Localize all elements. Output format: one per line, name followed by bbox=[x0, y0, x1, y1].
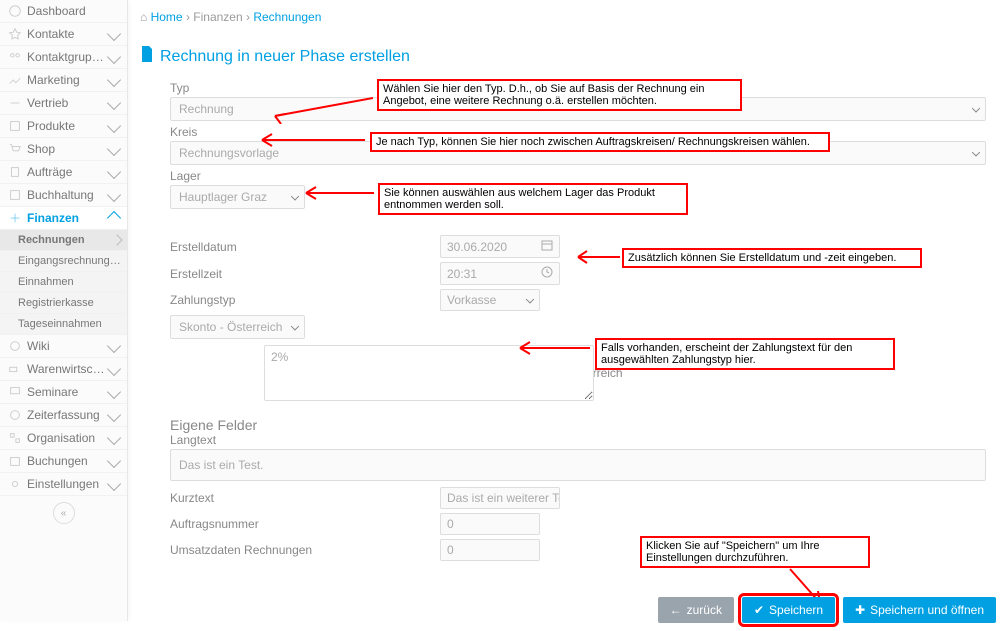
sidebar-item-einstellungen[interactable]: Einstellungen bbox=[0, 473, 127, 496]
arrow-left-icon: ← bbox=[670, 603, 682, 617]
arrow-icon bbox=[263, 94, 373, 124]
erstellzeit-input[interactable]: 20:31 bbox=[440, 262, 560, 285]
file-icon bbox=[140, 46, 154, 67]
box-icon bbox=[8, 119, 22, 133]
langtext-input[interactable]: Das ist ein Test. bbox=[170, 449, 986, 481]
sidebar-item-vertrieb[interactable]: Vertrieb bbox=[0, 92, 127, 115]
erstelldatum-input[interactable]: 30.06.2020 bbox=[440, 235, 560, 258]
sidebar-item-wiki[interactable]: Wiki bbox=[0, 335, 127, 358]
annotation-speichern: Klicken Sie auf "Speichern" um Ihre Eins… bbox=[640, 536, 870, 568]
annotation-datum: Zusätzlich können Sie Erstelldatum und -… bbox=[622, 248, 922, 268]
sidebar-item-organisation[interactable]: Organisation bbox=[0, 427, 127, 450]
breadcrumb-home[interactable]: Home bbox=[151, 10, 183, 24]
gear-icon bbox=[8, 477, 22, 491]
breadcrumb: ⌂ Home › Finanzen › Rechnungen bbox=[140, 10, 986, 24]
zahlungstyp-select[interactable]: Vorkasse bbox=[440, 289, 540, 311]
book-icon bbox=[8, 188, 22, 202]
erstelldatum-label: Erstelldatum bbox=[170, 240, 440, 254]
kurztext-label: Kurztext bbox=[170, 491, 440, 505]
sidebar-item-buchungen[interactable]: Buchungen bbox=[0, 450, 127, 473]
sidebar-item-warenwirtschaft[interactable]: Warenwirtschaft bbox=[0, 358, 127, 381]
arrow-icon bbox=[294, 185, 374, 205]
sidebar-item-marketing[interactable]: Marketing bbox=[0, 69, 127, 92]
sidebar-sub-einnahmen[interactable]: Einnahmen bbox=[0, 272, 127, 293]
zahlungstyp-label: Zahlungstyp bbox=[170, 293, 440, 307]
page-title: Rechnung in neuer Phase erstellen bbox=[140, 46, 986, 67]
sidebar-sub-registrierkasse[interactable]: Registrierkasse bbox=[0, 293, 127, 314]
annotation-lager: Sie können auswählen aus welchem Lager d… bbox=[378, 183, 688, 215]
umsatzdaten-input[interactable]: 0 bbox=[440, 539, 540, 561]
lager-select[interactable]: Hauptlager Graz bbox=[170, 185, 305, 209]
sidebar-item-seminare[interactable]: Seminare bbox=[0, 381, 127, 404]
globe-icon bbox=[8, 339, 22, 353]
sidebar-sub-rechnungen[interactable]: Rechnungen bbox=[0, 230, 127, 251]
org-icon bbox=[8, 431, 22, 445]
annotation-typ: Wählen Sie hier den Typ. D.h., ob Sie au… bbox=[377, 79, 742, 111]
arrow-icon bbox=[250, 132, 365, 152]
annotation-zahlungstext: Falls vorhanden, erscheint der Zahlungst… bbox=[595, 338, 895, 370]
arrow-icon bbox=[510, 340, 590, 360]
sidebar-item-kontakte[interactable]: Kontakte bbox=[0, 23, 127, 46]
collapse-sidebar-button[interactable]: « bbox=[53, 502, 75, 524]
breadcrumb-sec1: Finanzen bbox=[193, 10, 242, 24]
sidebar-item-shop[interactable]: Shop bbox=[0, 138, 127, 161]
auftragsnummer-label: Auftragsnummer bbox=[170, 517, 440, 531]
sidebar-item-buchhaltung[interactable]: Buchhaltung bbox=[0, 184, 127, 207]
plus-icon: ✚ bbox=[855, 603, 865, 617]
money-icon bbox=[8, 211, 22, 225]
sidebar-item-produkte[interactable]: Produkte bbox=[0, 115, 127, 138]
sidebar-sub-tageseinnahmen[interactable]: Tageseinnahmen bbox=[0, 314, 127, 335]
star-icon bbox=[8, 27, 22, 41]
presentation-icon bbox=[8, 385, 22, 399]
clock-icon-side bbox=[8, 408, 22, 422]
sidebar-item-dashboard[interactable]: Dashboard bbox=[0, 0, 127, 23]
chart-icon bbox=[8, 73, 22, 87]
clipboard-icon bbox=[8, 165, 22, 179]
save-button[interactable]: ✔Speichern bbox=[742, 597, 835, 623]
back-button[interactable]: ←zurück bbox=[658, 597, 734, 623]
sidebar: Dashboard Kontakte Kontaktgruppen Market… bbox=[0, 0, 128, 621]
breadcrumb-sec2[interactable]: Rechnungen bbox=[253, 10, 321, 24]
save-open-button[interactable]: ✚Speichern und öffnen bbox=[843, 597, 996, 623]
lager-label: Lager bbox=[170, 169, 986, 183]
sidebar-item-kontaktgruppen[interactable]: Kontaktgruppen bbox=[0, 46, 127, 69]
sidebar-item-finanzen[interactable]: Finanzen bbox=[0, 207, 127, 230]
eigene-felder-heading: Eigene Felder bbox=[170, 417, 986, 433]
sidebar-item-zeiterfassung[interactable]: Zeiterfassung bbox=[0, 404, 127, 427]
sidebar-item-auftraege[interactable]: Aufträge bbox=[0, 161, 127, 184]
arrow-icon bbox=[570, 249, 622, 269]
calendar-icon-side bbox=[8, 454, 22, 468]
home-icon: ⌂ bbox=[140, 10, 147, 24]
calendar-icon bbox=[541, 239, 553, 254]
langtext-label: Langtext bbox=[170, 433, 986, 447]
dashboard-icon bbox=[8, 4, 22, 18]
check-icon: ✔ bbox=[754, 603, 764, 617]
handshake-icon bbox=[8, 96, 22, 110]
erstellzeit-label: Erstellzeit bbox=[170, 267, 440, 281]
group-icon bbox=[8, 50, 22, 64]
clock-icon bbox=[541, 266, 553, 281]
kurztext-input[interactable]: Das ist ein weiterer Test bbox=[440, 487, 560, 509]
truck-icon bbox=[8, 362, 22, 376]
umsatzdaten-label: Umsatzdaten Rechnungen bbox=[170, 543, 440, 557]
skonto-select[interactable]: Skonto - Österreich bbox=[170, 315, 305, 339]
cart-icon bbox=[8, 142, 22, 156]
annotation-kreis: Je nach Typ, können Sie hier noch zwisch… bbox=[370, 132, 830, 152]
sidebar-sub-eingangsrechnungen[interactable]: Eingangsrechnungen bbox=[0, 251, 127, 272]
auftragsnummer-input[interactable]: 0 bbox=[440, 513, 540, 535]
